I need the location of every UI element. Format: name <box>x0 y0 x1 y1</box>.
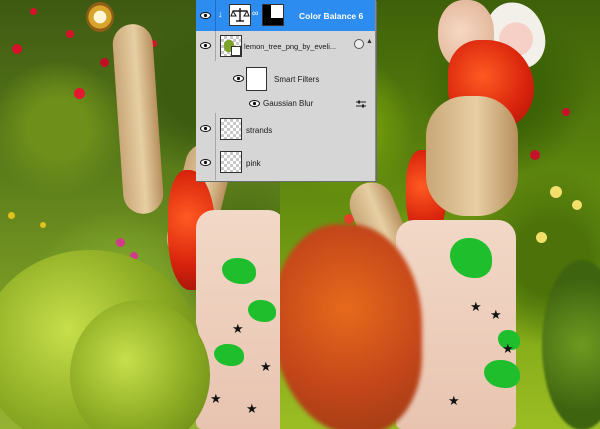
collapse-arrow-icon[interactable]: ▲ <box>366 38 373 45</box>
layer-thumbnail <box>220 118 242 140</box>
eye-icon[interactable] <box>200 125 211 132</box>
filter-mask-thumbnail[interactable] <box>246 67 267 91</box>
layers-panel: ↓ ∞ Color Balance 6 lemon_tree_png_by_ev… <box>196 0 376 181</box>
smart-object-thumbnail <box>220 35 242 57</box>
layer-color-balance[interactable]: ↓ ∞ Color Balance 6 <box>196 0 375 32</box>
layer-name: strands <box>246 126 273 135</box>
layer-mask-thumbnail[interactable] <box>262 4 284 26</box>
eye-icon[interactable] <box>233 75 244 82</box>
layer-name: Color Balance 6 <box>299 11 364 21</box>
chain-link-icon[interactable]: ∞ <box>252 8 258 18</box>
layer-name: Gaussian Blur <box>263 99 314 108</box>
blurred-tree <box>280 224 422 429</box>
layer-name: lemon_tree_png_by_eveli... <box>244 42 337 51</box>
smart-filter-badge-icon <box>354 39 364 49</box>
filter-options-icon[interactable] <box>356 100 366 108</box>
layer-name: Smart Filters <box>274 75 320 84</box>
layer-pink[interactable]: pink <box>196 145 375 180</box>
pocket-watch <box>86 2 114 32</box>
balance-scale-icon <box>229 4 251 26</box>
eye-icon[interactable] <box>200 42 211 49</box>
layer-thumbnail <box>220 151 242 173</box>
layer-smart-filters[interactable]: Smart Filters <box>196 61 375 95</box>
smart-object-icon <box>231 46 241 56</box>
eye-icon[interactable] <box>200 159 211 166</box>
eye-icon[interactable] <box>249 100 260 107</box>
layer-strands[interactable]: strands <box>196 113 375 146</box>
clip-arrow-icon: ↓ <box>218 9 223 19</box>
layer-gaussian-blur[interactable]: Gaussian Blur <box>196 95 375 114</box>
layer-lemon-tree[interactable]: lemon_tree_png_by_eveli... ▲ <box>196 31 375 62</box>
layer-name: pink <box>246 159 261 168</box>
eye-icon[interactable] <box>200 12 211 19</box>
